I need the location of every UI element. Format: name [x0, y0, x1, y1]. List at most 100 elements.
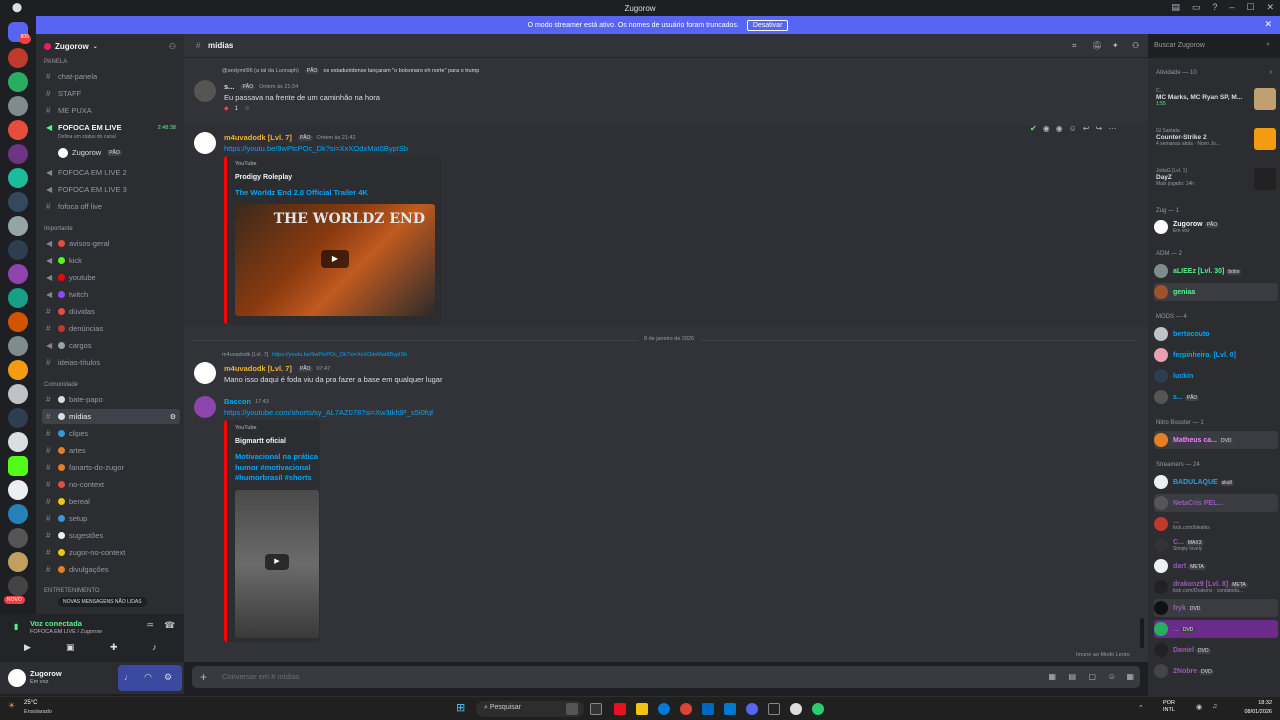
channel-avisos-geral[interactable]: ◀ avisos-geral	[42, 236, 180, 251]
channel-artes[interactable]: # artes	[42, 443, 180, 458]
member-item[interactable]: ... kick.com/bleatks	[1154, 515, 1278, 533]
channel-bereal[interactable]: # bereal	[42, 494, 180, 509]
maximize-button[interactable]: ☐	[1246, 2, 1254, 13]
channel-bate-papo[interactable]: # bate-papo	[42, 392, 180, 407]
category-importante[interactable]: Importante	[44, 226, 73, 232]
embed-provider[interactable]: YouTube	[235, 161, 257, 167]
server-icon[interactable]	[8, 216, 28, 236]
member-item[interactable]: geniaa	[1154, 283, 1278, 301]
category-entretenimento[interactable]: ENTRETENIMENTO	[44, 588, 100, 594]
reply-preview[interactable]: m4uvadodk [Lvl. 7] https://youtu.be/9wPtc…	[222, 352, 407, 358]
weather-icon[interactable]: ☀	[8, 701, 15, 710]
member-item[interactable]: aLIEEz [Lvl. 30] bobo	[1154, 262, 1278, 280]
message-input[interactable]: + Conversar em # mídias ▦ ▤ ▢ ☺ ▦	[192, 666, 1140, 688]
obs-icon[interactable]	[790, 703, 802, 715]
clock-date[interactable]: 08/01/2026	[1240, 709, 1272, 715]
server-icon[interactable]	[8, 480, 28, 500]
message-author[interactable]: m4uvadodk [Lvl. 7]	[224, 364, 292, 373]
member-item[interactable]: Zugorow PÃO Em voz	[1154, 218, 1278, 236]
gift-icon[interactable]: ▦	[1048, 672, 1056, 681]
server-icon[interactable]	[8, 312, 28, 332]
embed-author[interactable]: Prodigy Roleplay	[235, 174, 292, 181]
channel-clipes[interactable]: # clipes	[42, 426, 180, 441]
member-item[interactable]: drakonz9 [Lvl. 8] META kick.com/Drakonz · …	[1154, 578, 1278, 596]
voice-channel-fofoca-3[interactable]: ◀ FOFOCA EM LIVE 3	[42, 182, 180, 197]
soundboard-icon[interactable]: ♪	[152, 642, 157, 652]
headphones-icon[interactable]: ◠	[144, 672, 152, 683]
mic-icon[interactable]: ♩	[124, 672, 133, 682]
apps-icon[interactable]: ▦	[1126, 672, 1134, 681]
server-icon[interactable]	[8, 96, 28, 116]
play-icon[interactable]: ▶	[265, 554, 289, 570]
channel-kick[interactable]: ◀ kick	[42, 253, 180, 268]
server-icon[interactable]	[8, 192, 28, 212]
sticker-icon[interactable]: ▢	[1088, 672, 1096, 681]
screen-icon[interactable]: ▭	[1192, 2, 1201, 13]
task-view-icon[interactable]	[590, 703, 602, 715]
channel-ideias-titulos[interactable]: # ideias-títulos	[42, 355, 180, 370]
mute-icon[interactable]: 🔕︎	[1092, 41, 1102, 50]
voice-user-zugorow[interactable]: Zugorow PÃO	[54, 145, 174, 160]
server-icon[interactable]	[8, 144, 28, 164]
member-item[interactable]: C... MAX3 Simply lovely	[1154, 536, 1278, 554]
reply-icon[interactable]: ↩	[1083, 124, 1090, 133]
pin-icon[interactable]: ✦	[1112, 41, 1119, 50]
activity-card[interactable]: Gl Santata Counter-Strike 2 4 semanas at…	[1156, 128, 1276, 158]
member-item[interactable]: Matheus ca... DVD	[1154, 431, 1278, 449]
forward-icon[interactable]: ↪	[1096, 124, 1103, 133]
taskbar-app-icon[interactable]	[812, 703, 824, 715]
activity-card[interactable]: JottaG [Lvl. 1] DayZ Mais jogado: 14h	[1156, 168, 1276, 198]
channel-setup[interactable]: # setup	[42, 511, 180, 526]
channel-divulgacoes[interactable]: # divulgações	[42, 562, 180, 577]
voice-channel-fofoca-2[interactable]: ◀ FOFOCA EM LIVE 2	[42, 165, 180, 180]
channel-midias[interactable]: # mídias ⚙	[42, 409, 180, 424]
channel-youtube[interactable]: ◀ youtube	[42, 270, 180, 285]
server-icon[interactable]	[8, 288, 28, 308]
windows-start-icon[interactable]: ⊞	[456, 701, 465, 714]
server-name-button[interactable]: Zugorow ⌄	[44, 42, 98, 51]
category-panela[interactable]: PANELA	[44, 59, 67, 65]
settings-icon[interactable]: ⚙	[170, 413, 176, 421]
server-icon[interactable]	[8, 120, 28, 140]
video-thumbnail[interactable]: ▶	[235, 490, 319, 638]
channel-staff[interactable]: # STAFF	[42, 86, 180, 101]
channel-duvidas[interactable]: # dúvidas	[42, 304, 180, 319]
tray-chevron-icon[interactable]: ⌃	[1138, 704, 1144, 712]
server-icon[interactable]	[8, 72, 28, 92]
server-icon[interactable]	[8, 336, 28, 356]
close-window-button[interactable]: ✕	[1266, 2, 1274, 13]
clock-time[interactable]: 18:32	[1240, 700, 1272, 706]
message-link[interactable]: https://youtube.com/shorts/sy_AL7AZ078?s…	[224, 408, 433, 417]
inbox-icon[interactable]: ▤	[1171, 2, 1180, 13]
emoji-icon[interactable]: ☺	[1108, 672, 1116, 681]
attach-icon[interactable]: +	[200, 670, 207, 684]
avatar[interactable]	[194, 362, 216, 384]
channel-status-hint[interactable]: Defina um status do canal	[58, 134, 116, 140]
weather-text[interactable]: Ensolarado	[24, 709, 52, 715]
channel-twitch[interactable]: ◀ twitch	[42, 287, 180, 302]
disconnect-icon[interactable]: ☎	[164, 620, 175, 631]
member-item[interactable]: BADULAQUE skull	[1154, 473, 1278, 491]
avatar[interactable]	[194, 396, 216, 418]
message-author[interactable]: Baccon	[224, 397, 251, 406]
outlook-icon[interactable]	[724, 703, 736, 715]
avatar[interactable]	[194, 80, 216, 102]
reaction-icon[interactable]: ✔	[1030, 124, 1037, 133]
search-input[interactable]: Buscar Zugorow ⌕	[1148, 38, 1276, 55]
gif-icon[interactable]: ▤	[1068, 672, 1076, 681]
new-messages-pill[interactable]: NOVAS MENSAGENS NÃO LIDAS	[58, 597, 147, 607]
terminal-icon[interactable]	[768, 703, 780, 715]
discord-taskbar-icon[interactable]	[746, 703, 758, 715]
screen-share-icon[interactable]: ▣	[66, 642, 75, 653]
embed-provider[interactable]: YouTube	[235, 425, 257, 431]
server-icon[interactable]	[8, 552, 28, 572]
message-author[interactable]: s...	[224, 82, 234, 91]
server-icon[interactable]	[8, 408, 28, 428]
member-item[interactable]: dart META	[1154, 557, 1278, 575]
play-icon[interactable]: ▶	[321, 250, 349, 268]
message-author[interactable]: m4uvadodk [Lvl. 7]	[224, 133, 292, 142]
member-item[interactable]: NetaCris PEL...	[1154, 494, 1278, 512]
reaction-icon[interactable]: ◉	[1043, 124, 1050, 133]
reaction[interactable]: ◆ 1 ☺	[224, 105, 250, 113]
voice-status[interactable]: Voz conectada	[30, 619, 82, 628]
